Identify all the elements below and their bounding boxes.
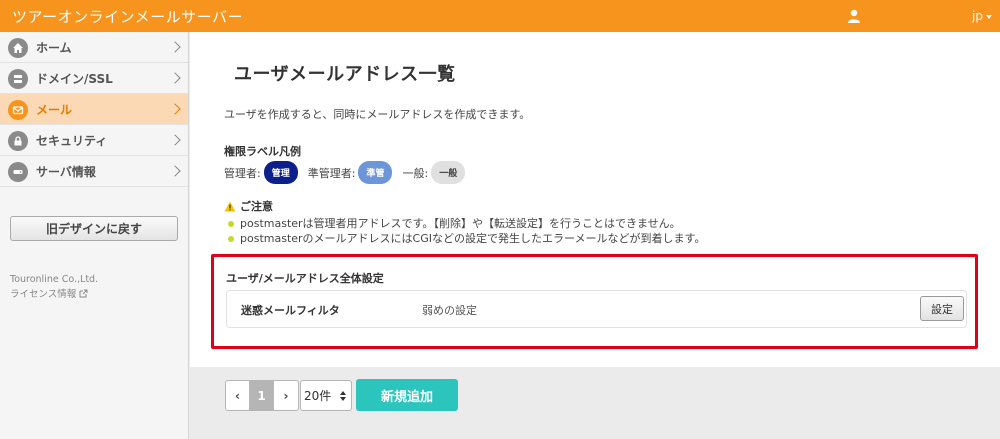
- chevron-right-icon: [169, 165, 181, 177]
- chevron-right-icon: [169, 103, 181, 115]
- add-new-button[interactable]: 新規追加: [356, 379, 458, 411]
- admin-badge: 管理: [263, 161, 298, 184]
- sidebar-item-label: ホーム: [36, 40, 72, 55]
- lock-icon: [8, 131, 28, 151]
- chevron-right-icon: [169, 41, 181, 53]
- sidebar-item-security[interactable]: セキュリティ: [0, 125, 188, 156]
- select-arrows-icon: [340, 390, 346, 401]
- server-icon: [8, 69, 28, 89]
- legend-title: 権限ラベル凡例: [224, 145, 301, 158]
- global-settings-title: ユーザ/メールアドレス全体設定: [226, 272, 384, 285]
- next-page-button[interactable]: ›: [274, 381, 298, 410]
- bullet-icon: [228, 235, 234, 242]
- prev-page-button[interactable]: ‹: [226, 381, 250, 410]
- current-page-button[interactable]: 1: [250, 381, 274, 410]
- sub-admin-prefix: 準管理者:: [307, 166, 356, 180]
- chevron-right-icon: [169, 72, 181, 84]
- sub-admin-badge: 準管: [358, 161, 393, 184]
- sidebar-item-label: サーバ情報: [36, 164, 96, 179]
- main-content: ユーザメールアドレス一覧 ユーザを作成すると、同時にメールアドレスを作成できます…: [190, 32, 1000, 367]
- sidebar-item-mail[interactable]: メール: [0, 94, 188, 125]
- caret-down-icon: [985, 14, 992, 19]
- page-title: ユーザメールアドレス一覧: [234, 64, 456, 85]
- list-item: postmasterは管理者用アドレスです。【削除】や【転送設定】を行うことはで…: [228, 216, 705, 231]
- old-design-button[interactable]: 旧デザインに戻す: [10, 216, 178, 241]
- spam-filter-value: 弱めの設定: [422, 304, 477, 317]
- app-title: ツアーオンラインメールサーバー: [12, 7, 244, 26]
- sidebar-item-domain-ssl[interactable]: ドメイン/SSL: [0, 63, 188, 94]
- top-bar: ツアーオンラインメールサーバー jp: [0, 0, 1000, 32]
- license-link[interactable]: ライセンス情報: [10, 286, 88, 300]
- per-page-value: 20件: [304, 389, 332, 403]
- sidebar-item-label: セキュリティ: [36, 133, 108, 148]
- user-icon[interactable]: [847, 9, 861, 23]
- permission-legend: 管理者: 管理 準管理者: 準管 一般: 一般: [224, 161, 475, 184]
- list-item: postmasterのメールアドレスにはCGIなどの設定で発生したエラーメールな…: [228, 231, 705, 246]
- per-page-select[interactable]: 20件: [300, 380, 352, 411]
- bullet-icon: [228, 220, 234, 227]
- language-label: jp: [972, 9, 983, 23]
- global-settings-panel: ユーザ/メールアドレス全体設定 迷惑メールフィルタ 弱めの設定 設定: [211, 254, 978, 349]
- notice-title-text: ご注意: [240, 200, 273, 213]
- spam-filter-settings-button[interactable]: 設定: [920, 296, 964, 321]
- sidebar-item-label: メール: [36, 102, 73, 117]
- warning-icon: [224, 201, 236, 211]
- spam-filter-row: 迷惑メールフィルタ 弱めの設定 設定: [226, 290, 967, 328]
- hdd-icon: [8, 162, 28, 182]
- general-prefix: 一般:: [402, 166, 429, 180]
- spam-filter-label: 迷惑メールフィルタ: [241, 304, 340, 317]
- sidebar-item-server-info[interactable]: サーバ情報: [0, 156, 188, 187]
- mail-icon: [8, 100, 28, 120]
- company-name: Touronline Co.,Ltd.: [10, 274, 99, 285]
- intro-text: ユーザを作成すると、同時にメールアドレスを作成できます。: [224, 108, 531, 121]
- sidebar-item-label: ドメイン/SSL: [36, 71, 113, 86]
- notice-title: ご注意: [224, 198, 273, 214]
- external-link-icon: [79, 289, 88, 297]
- notice-list: postmasterは管理者用アドレスです。【削除】や【転送設定】を行うことはで…: [228, 216, 705, 246]
- admin-prefix: 管理者:: [224, 166, 261, 180]
- footer-toolbar: ‹ 1 › 20件 新規追加: [190, 367, 1000, 439]
- language-selector[interactable]: jp: [972, 9, 992, 23]
- home-icon: [8, 38, 28, 58]
- sidebar: ホーム ドメイン/SSL メール セキュリティ サーバ情報 旧デザインに戻す T…: [0, 32, 189, 439]
- general-badge: 一般: [431, 161, 466, 184]
- chevron-right-icon: [169, 134, 181, 146]
- sidebar-item-home[interactable]: ホーム: [0, 32, 188, 63]
- license-label: ライセンス情報: [10, 289, 77, 300]
- pagination: ‹ 1 ›: [225, 380, 299, 411]
